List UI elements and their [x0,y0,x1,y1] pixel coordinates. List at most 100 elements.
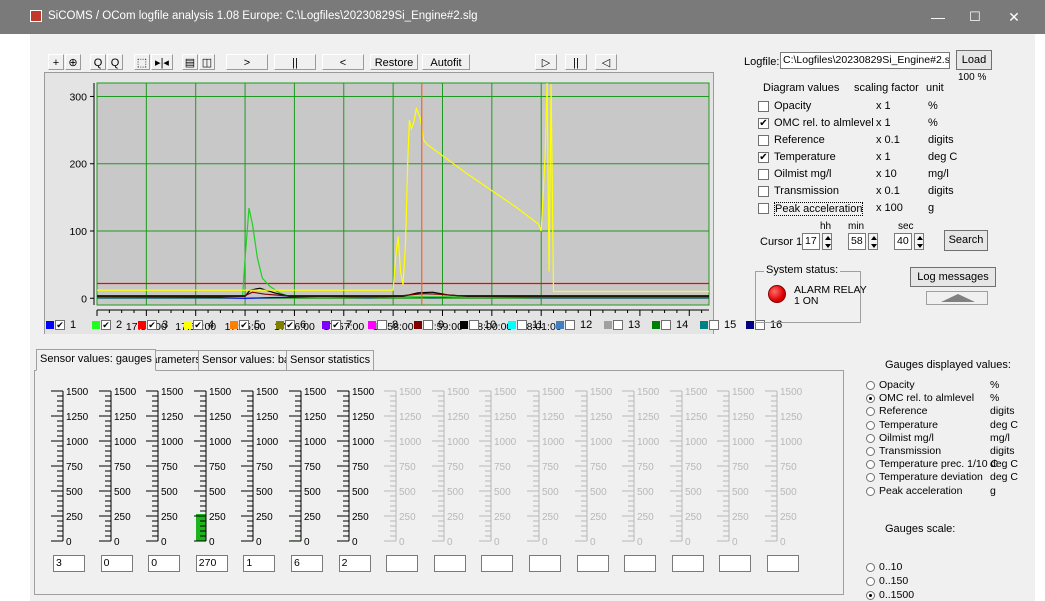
gauge-value-field[interactable] [576,555,609,572]
step-pause-button[interactable]: || [565,54,587,70]
gauge-value-field[interactable]: 270 [195,555,228,572]
gauge-scale-label: 1500 [114,387,137,398]
legend-checkbox[interactable] [377,320,387,330]
gauge-value-radio[interactable] [866,447,875,456]
gauge-value-field[interactable] [719,555,752,572]
diagram-checkbox[interactable] [758,186,769,197]
legend-checkbox[interactable]: ✔ [147,320,157,330]
gauge-value-field[interactable]: 1 [243,555,276,572]
legend-checkbox[interactable]: ✔ [101,320,111,330]
legend-checkbox[interactable]: ✔ [55,320,65,330]
gauge-9: 1500 1250 1000 750 500 250 0 [430,383,477,573]
gauge-scale-radio[interactable] [866,577,875,586]
gauge-scale-label: 250 [494,512,511,523]
legend-item-15: 15 [700,319,744,333]
gauge-12: 1500 1250 1000 750 500 250 0 [573,383,620,573]
legend-checkbox[interactable] [517,320,527,330]
gauge-value-field[interactable] [671,555,704,572]
cursor-hour-spinner[interactable] [822,233,832,250]
legend-checkbox[interactable]: ✔ [193,320,203,330]
gauge-value-radio[interactable] [866,433,875,443]
print-preview-button[interactable]: ◫ [199,54,215,70]
gauge-scale-label: 250 [637,512,654,523]
gauge-value-field[interactable] [529,555,561,572]
tab-sensor-statistics[interactable]: Sensor statistics [286,350,375,370]
zoom-region-button[interactable]: ⊕ [65,54,81,70]
gauge-scale-label: 1500 [637,387,660,398]
gauge-scale-radio[interactable] [866,591,875,600]
minimize-button[interactable]: — [918,4,958,30]
play-back-button[interactable]: < [322,54,364,70]
search-button[interactable]: Search [944,230,988,251]
step-forward-button[interactable]: ▷ [535,54,557,70]
legend-checkbox[interactable]: ✔ [239,320,249,330]
gauge-scale-radio[interactable] [866,563,875,572]
close-button[interactable]: ✕ [994,4,1034,30]
gauge-scale-label: 1250 [399,412,422,423]
gauges-scale-title: Gauges scale: [885,523,956,535]
diagram-checkbox[interactable]: ✔ [758,152,769,163]
legend-checkbox[interactable]: ✔ [285,320,295,330]
legend-checkbox[interactable]: ✔ [331,320,341,330]
gauge-scale: 1500 1250 1000 750 500 250 0 [146,387,184,548]
pause-button[interactable]: || [274,54,316,70]
diagram-checkbox[interactable] [758,101,769,112]
diagram-checkbox[interactable] [758,203,769,214]
zoom-out-button[interactable]: Q [90,54,106,70]
gauge-scale-label: 1000 [685,437,708,448]
gauge-scale-label: 500 [494,487,511,498]
gauge-value-radio[interactable] [866,407,875,417]
gauge-value-radio[interactable] [866,381,875,390]
log-messages-button[interactable]: Log messages [910,267,996,287]
gauge-value-radio[interactable] [866,486,875,496]
logfile-path-field[interactable]: C:\Logfiles\20230829Si_Engine#2.slg [780,52,950,69]
restore-button[interactable]: Restore [370,54,418,70]
gauge-value-field[interactable] [481,555,514,572]
pan-tool-button[interactable]: + [48,54,64,70]
gauge-value-radio[interactable] [866,420,875,430]
diagram-scale: x 0.1 [876,134,900,146]
gauge-value-field[interactable] [767,555,799,572]
collapse-panel-button[interactable] [926,291,988,305]
step-back-button[interactable]: ◁ [595,54,617,70]
gauge-value-field[interactable]: 0 [100,555,133,572]
chart-area[interactable]: 010020030017:53:0017:54:0017:55:0017:56:… [44,72,714,348]
maximize-button[interactable]: ☐ [955,4,995,30]
play-forward-button[interactable]: > [226,54,268,70]
gauge-value-field[interactable]: 6 [291,555,323,572]
load-button[interactable]: Load [956,50,992,70]
diagram-checkbox[interactable] [758,169,769,180]
legend-checkbox[interactable] [469,320,479,330]
legend-checkbox[interactable] [565,320,575,330]
cursor-minute-spinner[interactable] [868,233,878,250]
diagram-checkbox[interactable]: ✔ [758,118,769,129]
gauge-value-field[interactable] [624,555,657,572]
zoom-in-button[interactable]: Q [107,54,123,70]
fit-button[interactable]: ▸|◂ [151,54,173,70]
gauge-value-field[interactable]: 2 [338,555,371,572]
diagram-value-label: Transmission [774,185,839,197]
gauge-value-field[interactable]: 0 [148,555,181,572]
legend-checkbox[interactable] [613,320,623,330]
print-button[interactable]: ▤ [182,54,198,70]
tab-sensor-values-gauges[interactable]: Sensor values: gauges [36,349,156,371]
gauge-value-radio[interactable] [866,460,875,470]
legend-checkbox[interactable] [661,320,671,330]
line-chart[interactable]: 010020030017:53:0017:54:0017:55:0017:56:… [45,73,715,349]
gauge-value-radio[interactable] [866,473,875,483]
gauge-scale-option-label: 0..150 [879,575,909,587]
autofit-button[interactable]: Autofit [422,54,470,70]
diagram-value-label: Reference [774,134,825,146]
legend-checkbox[interactable] [709,320,719,330]
gauge-value-field[interactable]: 3 [53,555,85,572]
cursor-hour-field[interactable]: 17 [802,233,820,250]
cursor-minute-field[interactable]: 58 [848,233,866,250]
diagram-checkbox[interactable] [758,135,769,146]
gauge-value-radio[interactable] [866,394,875,404]
legend-checkbox[interactable] [423,320,433,330]
cursor-second-spinner[interactable] [914,233,924,250]
select-region-button[interactable]: ⬚ [134,54,150,70]
gauge-value-field[interactable] [433,555,466,572]
gauge-value-field[interactable] [386,555,419,572]
cursor-second-field[interactable]: 40 [894,233,912,250]
